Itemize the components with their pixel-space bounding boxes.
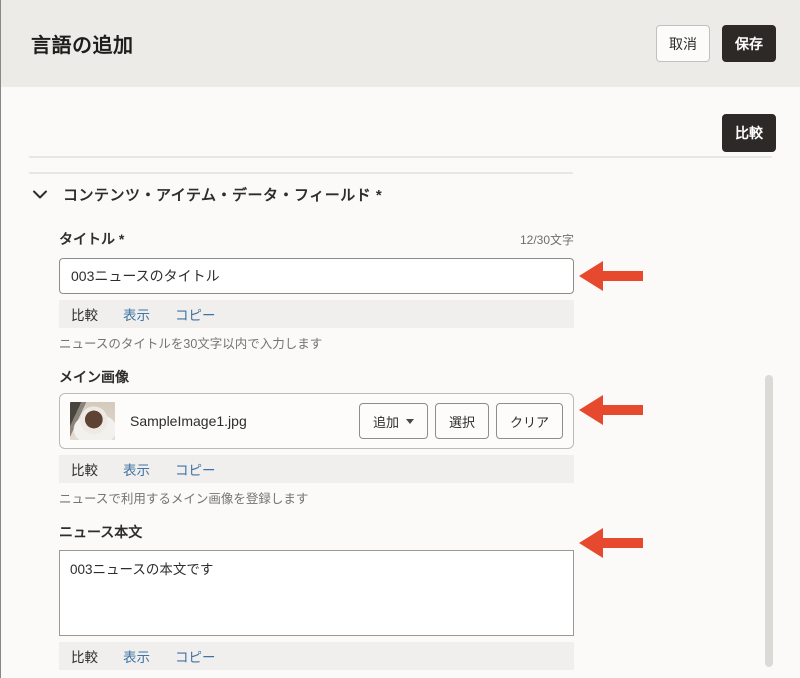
annotation-arrow-news-body bbox=[579, 528, 643, 558]
field-news-body: ニュース本文 003ニュースの本文です 比較 表示 コピー ニュースの本文を入力… bbox=[59, 522, 574, 678]
title-input[interactable] bbox=[59, 258, 574, 294]
news-body-copy-action[interactable]: コピー bbox=[175, 646, 216, 666]
image-thumbnail bbox=[70, 402, 115, 440]
image-buttons: 追加 選択 クリア bbox=[359, 403, 563, 439]
arrow-head bbox=[579, 395, 603, 425]
section-title: コンテンツ・アイテム・データ・フィールド * bbox=[63, 184, 382, 205]
chevron-down-icon bbox=[33, 190, 47, 199]
title-show-action[interactable]: 表示 bbox=[123, 304, 150, 324]
main-image-compare-action[interactable]: 比較 bbox=[71, 459, 98, 479]
page-header: 言語の追加 取消 保存 bbox=[1, 0, 800, 87]
add-button-label: 追加 bbox=[373, 412, 399, 431]
news-body-action-bar: 比較 表示 コピー bbox=[59, 642, 574, 670]
arrow-shaft bbox=[601, 405, 643, 415]
dropdown-caret-icon bbox=[406, 419, 414, 424]
cancel-button[interactable]: 取消 bbox=[656, 25, 710, 62]
news-body-show-action[interactable]: 表示 bbox=[123, 646, 150, 666]
arrow-shaft bbox=[601, 271, 643, 281]
main-image-show-action[interactable]: 表示 bbox=[123, 459, 150, 479]
title-label-row: タイトル * 12/30文字 bbox=[59, 229, 574, 249]
title-help-text: ニュースのタイトルを30文字以内で入力します bbox=[59, 333, 574, 352]
page-title: 言語の追加 bbox=[31, 29, 134, 58]
divider bbox=[29, 156, 772, 158]
main-image-label: メイン画像 bbox=[59, 367, 574, 387]
divider bbox=[29, 172, 573, 174]
select-button[interactable]: 選択 bbox=[435, 403, 489, 439]
clear-button[interactable]: クリア bbox=[496, 403, 563, 439]
vertical-scrollbar[interactable] bbox=[765, 375, 773, 667]
arrow-head bbox=[579, 528, 603, 558]
title-action-bar: 比較 表示 コピー bbox=[59, 300, 574, 328]
compare-toolbar: 比較 bbox=[1, 87, 800, 152]
news-body-textarea[interactable]: 003ニュースの本文です bbox=[59, 550, 574, 636]
main-image-copy-action[interactable]: コピー bbox=[175, 459, 216, 479]
annotation-arrow-main-image bbox=[579, 395, 643, 425]
news-body-compare-action[interactable]: 比較 bbox=[71, 646, 98, 666]
save-button[interactable]: 保存 bbox=[722, 25, 776, 62]
annotation-arrow-title bbox=[579, 261, 643, 291]
arrow-head bbox=[579, 261, 603, 291]
main-image-action-bar: 比較 表示 コピー bbox=[59, 455, 574, 483]
compare-button[interactable]: 比較 bbox=[722, 114, 776, 152]
main-image-help-text: ニュースで利用するメイン画像を登録します bbox=[59, 488, 574, 507]
fields-column: タイトル * 12/30文字 比較 表示 コピー ニュースのタイトルを30文字以… bbox=[59, 229, 574, 678]
field-title: タイトル * 12/30文字 比較 表示 コピー ニュースのタイトルを30文字以… bbox=[59, 229, 574, 352]
header-actions: 取消 保存 bbox=[656, 25, 776, 62]
title-copy-action[interactable]: コピー bbox=[175, 304, 216, 324]
arrow-shaft bbox=[601, 538, 643, 548]
field-main-image: メイン画像 SampleImage1.jpg 追加 選択 クリア 比較 表示 コ… bbox=[59, 367, 574, 507]
title-label: タイトル * bbox=[59, 229, 124, 249]
main-image-box: SampleImage1.jpg 追加 選択 クリア bbox=[59, 393, 574, 449]
add-dropdown-button[interactable]: 追加 bbox=[359, 403, 428, 439]
form-content: 比較 コンテンツ・アイテム・データ・フィールド * タイトル * 12/30文字… bbox=[1, 87, 800, 678]
section-header-content-item-data-fields[interactable]: コンテンツ・アイテム・データ・フィールド * bbox=[33, 184, 800, 205]
news-body-label: ニュース本文 bbox=[59, 522, 574, 542]
image-filename: SampleImage1.jpg bbox=[130, 413, 359, 429]
title-char-counter: 12/30文字 bbox=[520, 231, 574, 248]
title-compare-action[interactable]: 比較 bbox=[71, 304, 98, 324]
